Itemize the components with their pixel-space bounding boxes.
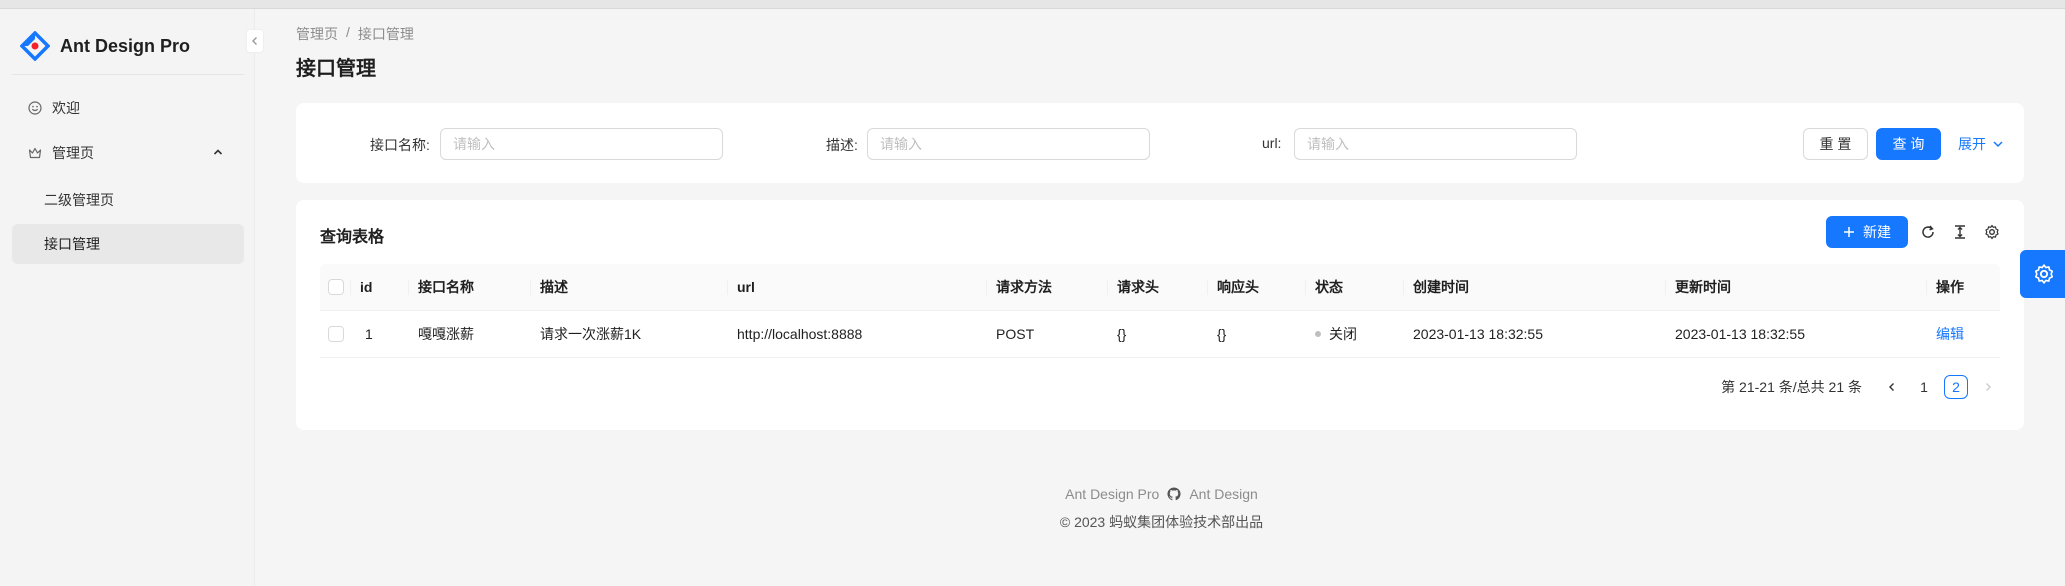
edit-link[interactable]: 编辑	[1936, 311, 1964, 357]
sidebar-item-label: 欢迎	[52, 100, 80, 116]
cell-name: 嘎嘎涨薪	[418, 326, 474, 342]
footer-link-antd[interactable]: Ant Design	[1189, 486, 1257, 502]
logo[interactable]: Ant Design Pro	[20, 31, 190, 61]
sidebar-item-label: 接口管理	[44, 236, 100, 252]
expand-label: 展开	[1958, 136, 1986, 152]
column-header-updated: 更新时间	[1665, 264, 1731, 310]
page-1-button[interactable]: 1	[1912, 375, 1936, 399]
query-table-card: 查询表格 新建 id 接口名称 描述 url 请求方法 请求头 响应头 状态 创…	[296, 200, 2024, 430]
new-button-label: 新建	[1863, 224, 1891, 240]
next-page-button[interactable]	[1976, 375, 2000, 399]
description-input[interactable]	[867, 128, 1150, 160]
sidebar-item-admin[interactable]: 管理页	[12, 133, 244, 173]
page-2-button[interactable]: 2	[1944, 375, 1968, 399]
prev-page-button[interactable]	[1880, 375, 1904, 399]
table-header: id 接口名称 描述 url 请求方法 请求头 响应头 状态 创建时间 更新时间…	[320, 264, 2000, 311]
column-header-name: 接口名称	[408, 264, 474, 310]
new-button[interactable]: 新建	[1826, 216, 1908, 248]
cell-desc: 请求一次涨薪1K	[540, 326, 642, 342]
copyright-text: 2023 蚂蚁集团体验技术部出品	[1074, 514, 1264, 530]
page-title: 接口管理	[296, 58, 376, 80]
chevron-left-icon	[1889, 383, 1894, 391]
sidebar-item-label: 管理页	[52, 145, 94, 161]
status-badge	[1315, 331, 1321, 337]
app-title: Ant Design Pro	[60, 35, 191, 56]
cell-url: http://localhost:8888	[737, 326, 863, 342]
column-header-status: 状态	[1305, 264, 1343, 310]
query-button[interactable]: 查 询	[1876, 128, 1941, 160]
copyright-icon: ©	[1059, 514, 1071, 530]
setting-icon[interactable]	[1982, 222, 2002, 242]
table-title: 查询表格	[320, 229, 385, 246]
sidebar-item-label: 二级管理页	[44, 192, 114, 208]
column-header-response-header: 响应头	[1207, 264, 1259, 310]
divider	[12, 74, 244, 75]
sidebar-item-secondary-admin[interactable]: 二级管理页	[12, 180, 244, 220]
cell-request-header: {}	[1117, 326, 1127, 342]
reload-icon[interactable]	[1918, 222, 1938, 242]
ant-design-logo-icon	[20, 31, 50, 61]
column-header-url: url	[727, 264, 755, 310]
url-label: url:	[1262, 135, 1282, 151]
settings-drawer-button[interactable]	[2020, 250, 2065, 298]
cell-method: POST	[996, 326, 1035, 342]
cell-updated: 2023-01-13 18:32:55	[1675, 326, 1805, 342]
column-height-icon[interactable]	[1950, 222, 1970, 242]
api-name-label: 接口名称:	[370, 137, 430, 153]
column-header-request-header: 请求头	[1107, 264, 1159, 310]
status-text: 关闭	[1329, 326, 1357, 342]
column-header-action: 操作	[1926, 264, 1964, 310]
sidebar-item-welcome[interactable]: 欢迎	[12, 88, 244, 128]
cell-response-header: {}	[1217, 326, 1227, 342]
expand-button[interactable]: 展开	[1951, 128, 2011, 160]
table-row: 1 嘎嘎涨薪 请求一次涨薪1K http://localhost:8888 PO…	[320, 311, 2000, 358]
reset-button[interactable]: 重 置	[1803, 128, 1868, 160]
breadcrumb-separator: /	[346, 24, 350, 40]
column-header-method: 请求方法	[986, 264, 1052, 310]
setting-icon	[2034, 264, 2054, 284]
chevron-left-icon	[252, 37, 257, 45]
pagination-summary: 第 21-21 条/总共 21 条	[1721, 379, 1862, 395]
footer-copyright: © 2023 蚂蚁集团体验技术部出品	[0, 512, 2065, 532]
column-header-created: 创建时间	[1403, 264, 1469, 310]
crown-icon	[28, 146, 42, 160]
cell-status: 关闭	[1315, 311, 1357, 357]
chevron-down-icon	[1993, 141, 2003, 148]
chevron-up-icon	[212, 146, 224, 161]
footer-links: Ant Design Pro Ant Design	[0, 486, 2065, 502]
search-form: 接口名称: 描述: url: 重 置 查 询 展开	[296, 103, 2024, 183]
row-checkbox[interactable]	[328, 311, 344, 357]
breadcrumb-item-current: 接口管理	[357, 26, 414, 42]
github-icon[interactable]	[1167, 487, 1181, 501]
select-all-checkbox[interactable]	[328, 264, 344, 310]
chevron-right-icon	[1986, 383, 1991, 391]
column-header-id: id	[349, 264, 372, 310]
breadcrumb: 管理页 / 接口管理	[296, 24, 414, 44]
smile-icon	[28, 101, 42, 115]
cell-created: 2023-01-13 18:32:55	[1413, 326, 1543, 342]
cell-id: 1	[365, 326, 373, 342]
url-input[interactable]	[1294, 128, 1577, 160]
plus-icon	[1844, 227, 1854, 237]
breadcrumb-item-admin[interactable]: 管理页	[296, 24, 338, 44]
pagination: 第 21-21 条/总共 21 条 1 2	[1721, 375, 2000, 399]
collapse-sidebar-button[interactable]	[246, 29, 264, 53]
column-header-desc: 描述	[530, 264, 568, 310]
description-label: 描述:	[826, 137, 858, 153]
browser-top-strip	[0, 0, 2065, 9]
api-name-input[interactable]	[440, 128, 723, 160]
sidebar-item-api-management[interactable]: 接口管理	[12, 224, 244, 264]
footer-link-pro[interactable]: Ant Design Pro	[1065, 486, 1159, 502]
